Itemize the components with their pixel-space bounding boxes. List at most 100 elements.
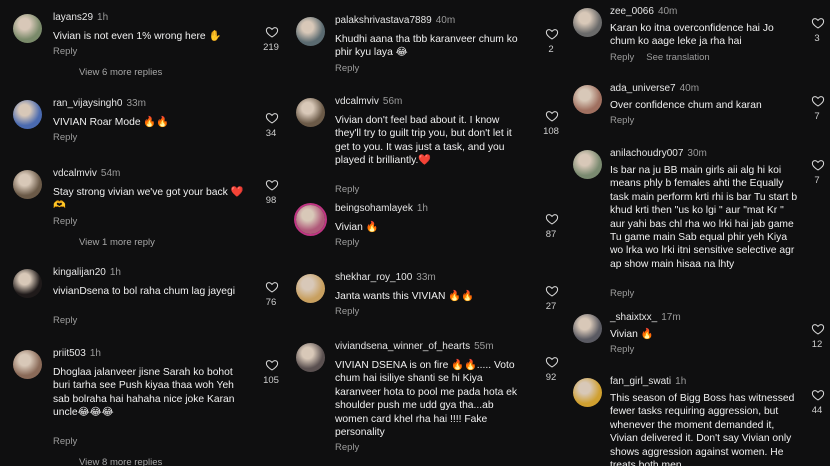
avatar[interactable] [13,100,42,129]
comment-column-1: layans29 1h Vivian is not even 1% wrong he… [0,0,286,466]
reply-button[interactable]: Reply [610,344,634,355]
reply-row: Reply [53,216,77,227]
comment-username[interactable]: layans29 1h [53,12,108,23]
comment-text: Janta wants this VIVIAN 🔥🔥 [335,291,474,302]
username[interactable]: zee_0066 [610,6,654,17]
comment-username[interactable]: ran_vijaysingh0 33m [53,98,146,109]
reply-button[interactable]: Reply [610,288,634,299]
like-count: 76 [265,297,277,308]
like-heart-icon[interactable] [545,284,559,298]
like-count: 27 [545,301,557,312]
username[interactable]: viviandsena_winner_of_hearts [335,341,470,352]
reply-button[interactable]: Reply [53,46,77,57]
like-heart-icon[interactable] [265,178,279,192]
like-heart-icon[interactable] [545,109,559,123]
username[interactable]: vdcalmviv [335,96,379,107]
username[interactable]: beingsohamlayek [335,203,413,214]
comment-username[interactable]: anilachoudry007 30m [610,148,707,159]
comment-column-2: palakshrivastava7889 40m Khudhi aana tha t… [288,0,568,466]
comment-username[interactable]: ada_universe7 40m [610,83,699,94]
username[interactable]: fan_girl_swati [610,376,671,387]
like-heart-icon[interactable] [265,25,279,39]
reply-row: Reply [335,442,359,453]
comment-username[interactable]: _shaixtxx_ 17m [610,312,681,323]
reply-button[interactable]: Reply [610,52,634,63]
username[interactable]: _shaixtxx_ [610,312,657,323]
avatar[interactable] [13,170,42,199]
comment-username[interactable]: zee_0066 40m [610,6,677,17]
avatar[interactable] [573,8,602,37]
like-heart-icon[interactable] [811,322,825,336]
like-heart-icon[interactable] [265,358,279,372]
reply-button[interactable]: Reply [53,216,77,227]
avatar[interactable] [573,314,602,343]
reply-button[interactable]: Reply [335,237,359,248]
like-count: 12 [811,339,823,350]
like-count: 105 [263,375,279,386]
username[interactable]: shekhar_roy_100 [335,272,412,283]
username[interactable]: layans29 [53,12,93,23]
avatar[interactable] [573,85,602,114]
comment-username[interactable]: vdcalmviv 56m [335,96,402,107]
avatar[interactable] [573,150,602,179]
avatar[interactable] [13,14,42,43]
like-count: 3 [814,33,820,44]
comment-username[interactable]: shekhar_roy_100 33m [335,272,436,283]
avatar[interactable] [296,17,325,46]
username[interactable]: kingalijan20 [53,267,106,278]
reply-row: Reply [335,237,359,248]
username[interactable]: anilachoudry007 [610,148,683,159]
reply-button[interactable]: Reply [335,306,359,317]
like-heart-icon[interactable] [545,355,559,369]
reply-row: Reply See translation [610,52,710,63]
reply-button[interactable]: Reply [53,315,77,326]
like-heart-icon[interactable] [265,280,279,294]
comment-time: 40m [657,6,678,17]
comment-text: Khudhi aana tha tbb karanveer chum ko ph… [335,34,518,59]
like-heart-icon[interactable] [811,388,825,402]
like-heart-icon[interactable] [545,212,559,226]
reply-button[interactable]: Reply [610,115,634,126]
username[interactable]: priit503 [53,348,86,359]
avatar[interactable] [296,343,325,372]
reply-row: Reply [53,132,77,143]
like-heart-icon[interactable] [265,111,279,125]
avatar[interactable] [296,205,325,234]
view-replies-button[interactable]: View 6 more replies [79,67,162,78]
see-translation-button[interactable]: See translation [646,52,709,63]
reply-button[interactable]: Reply [53,132,77,143]
username[interactable]: ada_universe7 [610,83,676,94]
comment-username[interactable]: palakshrivastava7889 40m [335,15,455,26]
avatar[interactable] [296,274,325,303]
avatar[interactable] [13,350,42,379]
reply-button[interactable]: Reply [335,442,359,453]
comment-time: 40m [435,15,456,26]
reply-button[interactable]: Reply [335,184,359,195]
comment-username[interactable]: fan_girl_swati 1h [610,376,686,387]
view-replies-button[interactable]: View 1 more reply [79,237,155,248]
username[interactable]: vdcalmviv [53,168,97,179]
comment-time: 33m [126,98,146,109]
comment-time: 54m [100,168,121,179]
comment-time: 1h [675,376,687,387]
username[interactable]: palakshrivastava7889 [335,15,432,26]
reply-button[interactable]: Reply [335,63,359,74]
username[interactable]: ran_vijaysingh0 [53,98,123,109]
avatar[interactable] [13,269,42,298]
like-heart-icon[interactable] [545,27,559,41]
like-count: 108 [543,126,559,137]
like-count: 87 [545,229,557,240]
like-heart-icon[interactable] [811,94,825,108]
like-heart-icon[interactable] [811,158,825,172]
reply-button[interactable]: Reply [53,436,77,447]
comment-username[interactable]: priit503 1h [53,348,101,359]
comment-username[interactable]: kingalijan20 1h [53,267,121,278]
avatar[interactable] [296,98,325,127]
like-count: 2 [548,44,554,55]
like-heart-icon[interactable] [811,16,825,30]
comment-username[interactable]: vdcalmviv 54m [53,168,120,179]
avatar[interactable] [573,378,602,407]
comment-username[interactable]: beingsohamlayek 1h [335,203,428,214]
comment-username[interactable]: viviandsena_winner_of_hearts 55m [335,341,494,352]
view-replies-button[interactable]: View 8 more replies [79,457,162,466]
